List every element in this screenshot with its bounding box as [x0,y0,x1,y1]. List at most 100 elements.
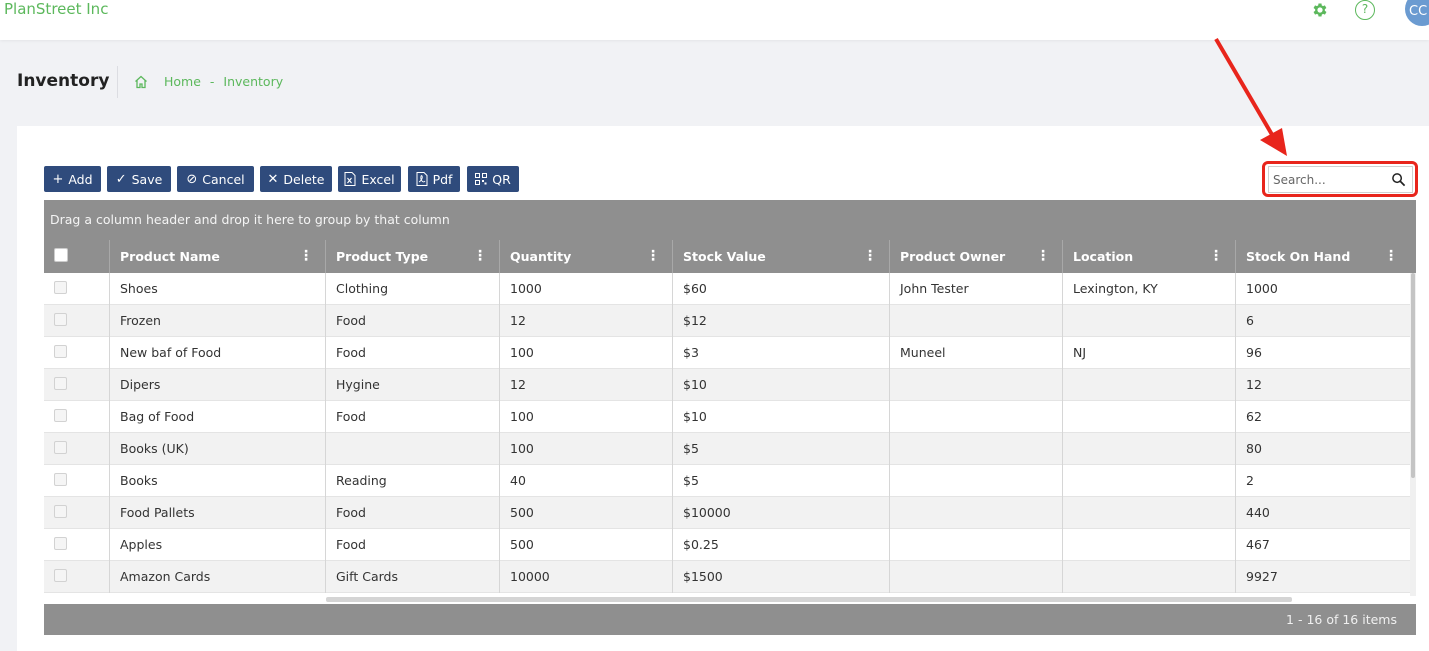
help-circle-icon[interactable]: ? [1355,0,1375,20]
table-cell[interactable] [1062,433,1235,465]
table-cell[interactable]: 500 [499,497,672,529]
table-cell[interactable]: $10 [672,369,889,401]
table-row[interactable]: Books (UK) 100 $5 80 [44,433,1410,465]
table-cell[interactable]: Food [325,529,499,561]
excel-button[interactable]: Excel [338,166,401,192]
table-cell[interactable]: Apples [109,529,325,561]
table-cell[interactable]: Amazon Cards [109,561,325,593]
table-cell[interactable]: John Tester [889,273,1062,305]
table-cell[interactable]: 1000 [499,273,672,305]
brand-name[interactable]: PlanStreet Inc [4,0,108,18]
table-cell[interactable]: 100 [499,337,672,369]
table-cell[interactable]: 96 [1235,337,1410,369]
table-cell[interactable] [1062,305,1235,337]
group-by-drop-area[interactable]: Drag a column header and drop it here to… [44,200,1416,240]
gear-icon[interactable] [1311,1,1329,19]
table-row[interactable]: Frozen Food 12 $12 6 [44,305,1410,337]
row-checkbox[interactable] [54,537,67,550]
table-cell[interactable] [889,561,1062,593]
table-row[interactable]: Shoes Clothing 1000 $60 John Tester Lexington… [44,273,1410,305]
table-cell[interactable]: $0.25 [672,529,889,561]
column-menu-icon[interactable]: ⋮ [473,240,487,273]
table-row[interactable]: Food Pallets Food 500 $10000 440 [44,497,1410,529]
table-cell[interactable]: $5 [672,465,889,497]
table-cell[interactable]: $10 [672,401,889,433]
table-cell[interactable]: $12 [672,305,889,337]
column-menu-icon[interactable]: ⋮ [299,240,313,273]
row-checkbox[interactable] [54,281,67,294]
table-cell[interactable]: 500 [499,529,672,561]
table-cell[interactable]: 62 [1235,401,1410,433]
table-row[interactable]: New baf of Food Food 100 $3 Muneel NJ 96 [44,337,1410,369]
table-row[interactable]: Books Reading 40 $5 2 [44,465,1410,497]
add-button[interactable]: + Add [44,166,101,192]
table-cell[interactable] [889,433,1062,465]
column-menu-icon[interactable]: ⋮ [1384,240,1398,273]
column-header-product-owner[interactable]: Product Owner ⋮ [889,240,1062,273]
breadcrumb-current[interactable]: Inventory [223,74,283,89]
table-cell[interactable]: 40 [499,465,672,497]
table-cell[interactable]: 100 [499,433,672,465]
table-cell[interactable]: $1500 [672,561,889,593]
table-cell[interactable]: 12 [499,305,672,337]
table-cell[interactable]: 467 [1235,529,1410,561]
pdf-button[interactable]: Pdf [408,166,460,192]
table-cell[interactable] [889,465,1062,497]
table-cell[interactable]: 1000 [1235,273,1410,305]
table-cell[interactable]: Hygine [325,369,499,401]
table-cell[interactable] [889,305,1062,337]
table-cell[interactable] [889,369,1062,401]
table-cell[interactable]: Gift Cards [325,561,499,593]
save-button[interactable]: ✓ Save [107,166,171,192]
row-checkbox[interactable] [54,505,67,518]
table-cell[interactable] [1062,401,1235,433]
row-checkbox[interactable] [54,569,67,582]
table-row[interactable]: Bag of Food Food 100 $10 62 [44,401,1410,433]
table-cell[interactable] [889,497,1062,529]
table-cell[interactable]: Reading [325,465,499,497]
avatar[interactable]: CC [1405,0,1429,26]
table-cell[interactable]: Bag of Food [109,401,325,433]
table-cell[interactable] [1062,369,1235,401]
column-header-stock-on-hand[interactable]: Stock On Hand ⋮ [1235,240,1410,273]
vertical-scrollbar-thumb[interactable] [1411,273,1415,478]
table-cell[interactable]: 6 [1235,305,1410,337]
table-cell[interactable]: Clothing [325,273,499,305]
vertical-scrollbar[interactable] [1410,273,1416,596]
row-checkbox[interactable] [54,313,67,326]
table-cell[interactable] [889,401,1062,433]
delete-button[interactable]: ✕ Delete [260,166,332,192]
column-menu-icon[interactable]: ⋮ [646,240,660,273]
column-header-location[interactable]: Location ⋮ [1062,240,1235,273]
column-header-product-name[interactable]: Product Name ⋮ [109,240,325,273]
table-cell[interactable]: 80 [1235,433,1410,465]
table-cell[interactable]: Books [109,465,325,497]
table-cell[interactable] [1062,465,1235,497]
table-cell[interactable]: Shoes [109,273,325,305]
table-row[interactable]: Amazon Cards Gift Cards 10000 $1500 9927 [44,561,1410,593]
table-cell[interactable]: Food [325,305,499,337]
table-cell[interactable]: 10000 [499,561,672,593]
row-checkbox[interactable] [54,409,67,422]
table-cell[interactable]: New baf of Food [109,337,325,369]
table-cell[interactable] [1062,561,1235,593]
column-menu-icon[interactable]: ⋮ [863,240,877,273]
column-header-product-type[interactable]: Product Type ⋮ [325,240,499,273]
table-cell[interactable]: 440 [1235,497,1410,529]
table-cell[interactable] [325,433,499,465]
table-cell[interactable]: 2 [1235,465,1410,497]
cancel-button[interactable]: ⊘ Cancel [177,166,254,192]
home-icon[interactable] [133,74,149,90]
column-menu-icon[interactable]: ⋮ [1209,240,1223,273]
row-checkbox[interactable] [54,377,67,390]
column-header-stock-value[interactable]: Stock Value ⋮ [672,240,889,273]
table-cell[interactable]: Frozen [109,305,325,337]
table-cell[interactable]: 100 [499,401,672,433]
table-cell[interactable]: 12 [499,369,672,401]
table-cell[interactable]: Lexington, KY [1062,273,1235,305]
table-cell[interactable]: Books (UK) [109,433,325,465]
table-cell[interactable] [1062,529,1235,561]
table-cell[interactable]: 9927 [1235,561,1410,593]
table-cell[interactable]: Food [325,401,499,433]
table-cell[interactable]: $60 [672,273,889,305]
